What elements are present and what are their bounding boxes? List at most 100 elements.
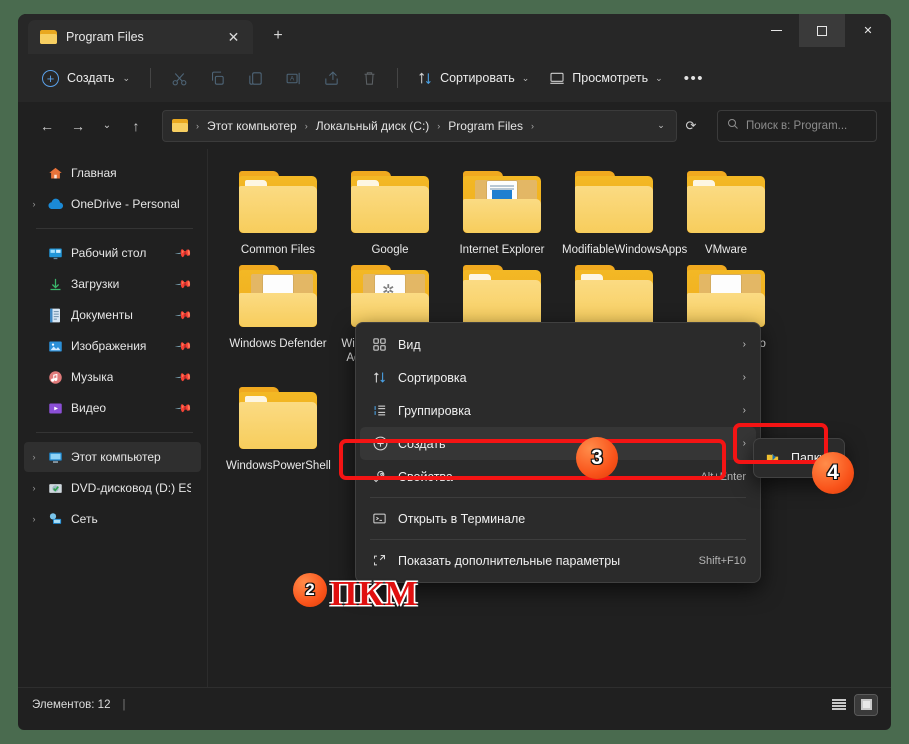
file-item[interactable]: WindowsPowerShell	[222, 379, 334, 473]
chevron-right-icon: ›	[742, 339, 746, 350]
breadcrumb-program-files[interactable]: Program Files	[444, 116, 527, 136]
forward-button[interactable]: →	[63, 111, 93, 141]
more-options-button[interactable]: •••	[674, 70, 714, 87]
recent-locations-button[interactable]: ⌄	[94, 111, 120, 141]
context-menu-label: Вид	[398, 337, 421, 352]
sidebar-item-home[interactable]: Главная	[24, 158, 201, 188]
file-item[interactable]: ModifiableWindowsApps	[558, 163, 687, 257]
sort-button[interactable]: Сортировать ⌄	[408, 62, 538, 94]
sidebar-item-pictures[interactable]: Изображения 📌	[24, 331, 201, 361]
delete-icon[interactable]	[351, 62, 387, 94]
copy-icon[interactable]	[199, 62, 235, 94]
sidebar-item-label: Этот компьютер	[71, 450, 161, 464]
context-menu-item-new[interactable]: Создать ›	[360, 427, 756, 460]
view-button[interactable]: Просмотреть ⌄	[540, 62, 671, 94]
file-item[interactable]: VMware	[670, 163, 782, 257]
documents-icon	[44, 308, 66, 323]
sidebar-item-network[interactable]: › Сеть	[24, 504, 201, 534]
breadcrumb-separator: ›	[196, 120, 199, 131]
file-explorer-window: Program Files ✕ + ✕ + Создать ⌄ A Сортир…	[18, 14, 891, 730]
folder-icon	[573, 169, 655, 235]
sidebar-item-dvd-drive[interactable]: › DVD-дисковод (D:) ESD-IS	[24, 473, 201, 503]
sidebar-item-label: Документы	[71, 308, 133, 322]
title-bar: Program Files ✕ + ✕	[18, 14, 891, 54]
sidebar-item-label: OneDrive - Personal	[71, 197, 180, 211]
pin-icon[interactable]: 📌	[175, 244, 194, 262]
address-dropdown-icon[interactable]: ⌄	[650, 120, 672, 131]
sidebar-item-desktop[interactable]: Рабочий стол 📌	[24, 238, 201, 268]
cloud-icon	[44, 197, 66, 211]
step-badge-3: 3	[576, 437, 618, 479]
address-bar[interactable]: › Этот компьютер › Локальный диск (C:) ›…	[162, 109, 677, 142]
svg-text:A: A	[290, 75, 295, 82]
context-menu-label: Сортировка	[398, 370, 467, 385]
minimize-button[interactable]	[753, 14, 799, 47]
sidebar-item-documents[interactable]: Документы 📌	[24, 300, 201, 330]
desktop-icon	[44, 246, 66, 261]
maximize-button[interactable]	[799, 14, 845, 47]
pin-icon[interactable]: 📌	[175, 399, 194, 417]
plus-circle-icon	[372, 435, 398, 452]
back-button[interactable]: ←	[32, 111, 62, 141]
new-button[interactable]: + Создать ⌄	[32, 62, 140, 94]
context-menu-item-open-terminal[interactable]: Открыть в Терминале	[360, 502, 756, 535]
sidebar-item-label: Загрузки	[71, 277, 120, 291]
expand-icon[interactable]: ›	[24, 452, 44, 462]
chevron-down-icon: ⌄	[521, 72, 530, 83]
context-menu-item-view[interactable]: Вид ›	[360, 328, 756, 361]
context-menu-item-show-more-options[interactable]: Показать дополнительные параметры Shift+…	[360, 544, 756, 577]
home-icon	[44, 166, 66, 181]
sidebar-item-downloads[interactable]: Загрузки 📌	[24, 269, 201, 299]
breadcrumb-local-disk[interactable]: Локальный диск (C:)	[312, 116, 434, 136]
search-box[interactable]: Поиск в: Program...	[717, 109, 877, 142]
expand-icon[interactable]: ›	[24, 483, 44, 493]
sidebar-item-music[interactable]: Музыка 📌	[24, 362, 201, 392]
file-item[interactable]: Common Files	[222, 163, 334, 257]
context-menu-item-sort[interactable]: Сортировка ›	[360, 361, 756, 394]
downloads-icon	[44, 277, 66, 292]
sidebar-item-label: Изображения	[71, 339, 147, 353]
sidebar-item-label: Рабочий стол	[71, 246, 147, 260]
divider	[36, 228, 193, 229]
tab-program-files[interactable]: Program Files ✕	[28, 20, 253, 54]
close-tab-icon[interactable]: ✕	[220, 24, 247, 51]
close-window-button[interactable]: ✕	[845, 14, 891, 47]
breadcrumb-this-pc[interactable]: Этот компьютер	[203, 116, 301, 136]
file-name: Internet Explorer	[459, 244, 545, 256]
context-menu-item-group[interactable]: Группировка ›	[360, 394, 756, 427]
expand-icon[interactable]: ›	[24, 199, 44, 209]
command-bar: + Создать ⌄ A Сортировать ⌄ Просмотреть …	[18, 54, 891, 102]
grid-view-icon	[372, 337, 398, 352]
share-icon[interactable]	[313, 62, 349, 94]
context-menu-item-properties[interactable]: Свойства Alt+Enter	[360, 460, 756, 493]
expand-icon[interactable]: ›	[24, 514, 44, 524]
pin-icon[interactable]: 📌	[175, 337, 194, 355]
pin-icon[interactable]: 📌	[175, 275, 194, 293]
step-badge-4: 4	[812, 452, 854, 494]
refresh-button[interactable]: ⟳	[678, 118, 704, 134]
sidebar-item-this-pc[interactable]: › Этот компьютер	[24, 442, 201, 472]
cut-icon[interactable]	[161, 62, 197, 94]
more-options-icon	[372, 553, 398, 568]
pin-icon[interactable]: 📌	[175, 306, 194, 324]
pc-icon	[44, 450, 66, 465]
folder-icon	[40, 30, 57, 44]
file-name: VMware	[704, 244, 748, 256]
pin-icon[interactable]: 📌	[175, 368, 194, 386]
context-menu: Вид › Сортировка › Группировка › Создать…	[355, 322, 761, 583]
sidebar-item-label: DVD-дисковод (D:) ESD-IS	[71, 481, 191, 495]
sidebar-item-onedrive[interactable]: › OneDrive - Personal	[24, 189, 201, 219]
file-item[interactable]: Internet Explorer	[446, 163, 558, 257]
up-button[interactable]: ↑	[121, 111, 151, 141]
file-item[interactable]: Windows Defender	[222, 257, 334, 379]
list-view-icon[interactable]	[828, 695, 850, 715]
context-menu-shortcut: Shift+F10	[698, 554, 746, 567]
paste-icon[interactable]	[237, 62, 273, 94]
file-item[interactable]: Google	[334, 163, 446, 257]
tiles-view-icon[interactable]	[854, 693, 878, 716]
sidebar-item-videos[interactable]: Видео 📌	[24, 393, 201, 423]
folder-icon	[685, 263, 767, 329]
new-tab-icon[interactable]: +	[263, 21, 293, 51]
rename-icon[interactable]: A	[275, 62, 311, 94]
context-menu-label: Создать	[398, 436, 446, 451]
